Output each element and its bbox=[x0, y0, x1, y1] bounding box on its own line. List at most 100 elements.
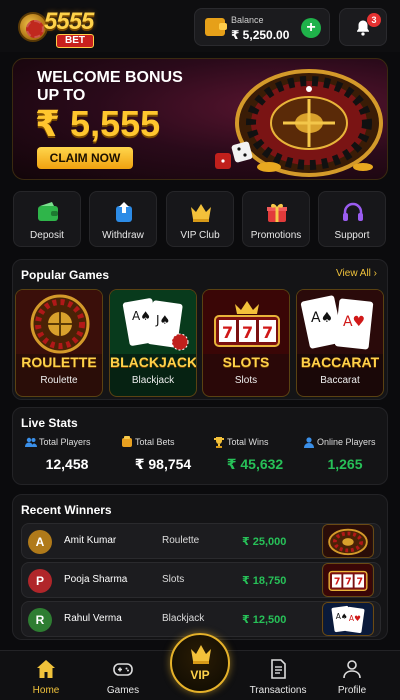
nav-home[interactable]: Home bbox=[14, 655, 78, 697]
winner-name: Amit Kumar bbox=[64, 535, 117, 546]
winner-name: Pooja Sharma bbox=[64, 574, 128, 585]
home-icon bbox=[37, 660, 55, 678]
notifications-button[interactable]: 3 bbox=[339, 8, 387, 46]
claim-now-button[interactable]: CLAIM NOW bbox=[37, 147, 133, 169]
winner-amount: ₹ 18,750 bbox=[242, 575, 287, 587]
balance-value: ₹ 5,250.00 bbox=[231, 28, 290, 42]
avatar: P bbox=[28, 569, 52, 593]
svg-text:7: 7 bbox=[242, 323, 253, 342]
withdraw-button[interactable]: Withdraw bbox=[89, 191, 157, 247]
app-logo[interactable]: 5555 BET bbox=[12, 6, 108, 48]
deposit-button[interactable]: Deposit bbox=[13, 191, 81, 247]
nav-games[interactable]: Games bbox=[91, 655, 155, 697]
stat-label: Total Wins bbox=[227, 437, 269, 447]
stat-value: ₹ 98,754 bbox=[134, 456, 192, 472]
section-title: Popular Games bbox=[21, 268, 110, 282]
headset-icon bbox=[343, 202, 363, 221]
welcome-bonus-banner[interactable]: WELCOME BONUS UP TO ₹ 5,555 CLAIM NOW bbox=[12, 58, 388, 180]
balance-label: Balance bbox=[231, 15, 264, 25]
nav-label: Transactions bbox=[249, 685, 307, 696]
popular-games-section: Popular Games View All › ROULETTE Roulet… bbox=[12, 259, 388, 400]
banner-title: WELCOME BONUS bbox=[37, 69, 183, 86]
nav-label: Profile bbox=[337, 685, 367, 696]
wallet-icon bbox=[205, 18, 227, 36]
user-icon bbox=[304, 437, 314, 448]
winner-game: Roulette bbox=[162, 535, 200, 546]
balance-widget[interactable]: Balance ₹ 5,250.00 + bbox=[194, 8, 330, 46]
game-card-blackjack[interactable]: A♠ J♠ BLACKJACK Blackjack bbox=[109, 289, 197, 397]
winner-game: Blackjack bbox=[162, 613, 205, 624]
slot-machine-icon: 7 7 7 bbox=[203, 290, 289, 354]
recent-winners-section: Recent Winners A Amit Kumar Roulette ₹ 2… bbox=[12, 494, 388, 640]
banner-amount: ₹ 5,555 bbox=[35, 103, 161, 144]
section-title: Recent Winners bbox=[21, 503, 112, 517]
vip-club-button[interactable]: VIP Club bbox=[166, 191, 234, 247]
live-stats-section: Live Stats Total Players 12,458 Total Be… bbox=[12, 407, 388, 485]
svg-text:7: 7 bbox=[345, 577, 352, 588]
users-icon bbox=[25, 437, 37, 447]
avatar: R bbox=[28, 608, 52, 632]
support-button[interactable]: Support bbox=[318, 191, 386, 247]
game-title: BACCARAT bbox=[300, 354, 380, 370]
game-title: ROULETTE bbox=[21, 354, 97, 370]
winner-amount: ₹ 25,000 bbox=[242, 536, 287, 548]
avatar: A bbox=[28, 530, 52, 554]
winner-row[interactable]: R Rahul Verma Blackjack ₹ 12,500 A♠ A♥ bbox=[21, 601, 381, 637]
promotions-button[interactable]: Promotions bbox=[242, 191, 310, 247]
svg-text:7: 7 bbox=[356, 577, 363, 588]
nav-label: Games bbox=[106, 685, 140, 696]
game-card-slots[interactable]: 7 7 7 SLOTS Slots bbox=[202, 289, 290, 397]
trophy-icon bbox=[214, 437, 224, 448]
logo-sub: BET bbox=[56, 34, 94, 48]
gift-icon bbox=[267, 203, 287, 222]
game-subtitle: Slots bbox=[234, 375, 258, 386]
logo-text: 5555 bbox=[44, 8, 94, 35]
game-title: BLACKJACK bbox=[110, 354, 197, 370]
winner-amount: ₹ 12,500 bbox=[242, 614, 287, 626]
view-all-link[interactable]: View All › bbox=[336, 268, 377, 279]
gamepad-icon bbox=[113, 663, 133, 676]
stat-label: Total Players bbox=[39, 437, 91, 447]
svg-text:A♠: A♠ bbox=[311, 310, 333, 326]
game-card-roulette[interactable]: ROULETTE Roulette bbox=[15, 289, 103, 397]
promotions-label: Promotions bbox=[250, 230, 302, 241]
stat-total-bets: Total Bets ₹ 98,754 bbox=[119, 432, 207, 480]
winner-row[interactable]: A Amit Kumar Roulette ₹ 25,000 bbox=[21, 523, 381, 559]
slots-thumbnail-icon: 7 7 7 bbox=[322, 563, 374, 597]
svg-text:A♥: A♥ bbox=[349, 614, 361, 623]
game-subtitle: Blackjack bbox=[131, 375, 175, 386]
nav-transactions[interactable]: Transactions bbox=[246, 655, 310, 697]
stat-value: 12,458 bbox=[45, 456, 89, 472]
deposit-label: Deposit bbox=[30, 230, 64, 241]
app-header: 5555 BET Balance ₹ 5,250.00 + 3 bbox=[0, 0, 400, 52]
stat-value: ₹ 45,632 bbox=[226, 456, 284, 472]
add-funds-button[interactable]: + bbox=[301, 18, 321, 38]
roulette-icon bbox=[16, 290, 102, 354]
svg-text:J♠: J♠ bbox=[155, 313, 170, 327]
game-title: SLOTS bbox=[222, 354, 270, 370]
stat-total-wins: Total Wins ₹ 45,632 bbox=[211, 432, 299, 480]
crown-icon bbox=[191, 204, 211, 222]
vip-label: VIP bbox=[190, 668, 210, 682]
crown-icon bbox=[191, 645, 211, 664]
bets-icon bbox=[122, 436, 132, 447]
stat-online-players: Online Players 1,265 bbox=[301, 432, 389, 480]
cards-icon: A♠ A♥ bbox=[297, 290, 383, 354]
game-card-baccarat[interactable]: A♠ A♥ BACCARAT Baccarat bbox=[296, 289, 384, 397]
stat-value: 1,265 bbox=[327, 456, 363, 472]
game-subtitle: Roulette bbox=[40, 375, 78, 386]
svg-text:7: 7 bbox=[222, 323, 233, 342]
nav-profile[interactable]: Profile bbox=[320, 655, 384, 697]
stat-label: Total Bets bbox=[135, 437, 175, 447]
nav-vip[interactable]: VIP bbox=[170, 633, 230, 693]
svg-text:7: 7 bbox=[334, 577, 341, 588]
withdraw-label: Withdraw bbox=[102, 230, 144, 241]
wallet-icon bbox=[38, 202, 58, 221]
vip-club-label: VIP Club bbox=[180, 230, 220, 241]
winner-name: Rahul Verma bbox=[64, 613, 122, 624]
roulette-wheel-icon bbox=[215, 69, 383, 177]
svg-text:A♠: A♠ bbox=[132, 309, 151, 323]
svg-text:A♥: A♥ bbox=[343, 314, 365, 330]
winner-row[interactable]: P Pooja Sharma Slots ₹ 18,750 7 7 7 bbox=[21, 562, 381, 598]
bottom-navigation: Home Games VIP Transactions Profile bbox=[0, 633, 400, 700]
